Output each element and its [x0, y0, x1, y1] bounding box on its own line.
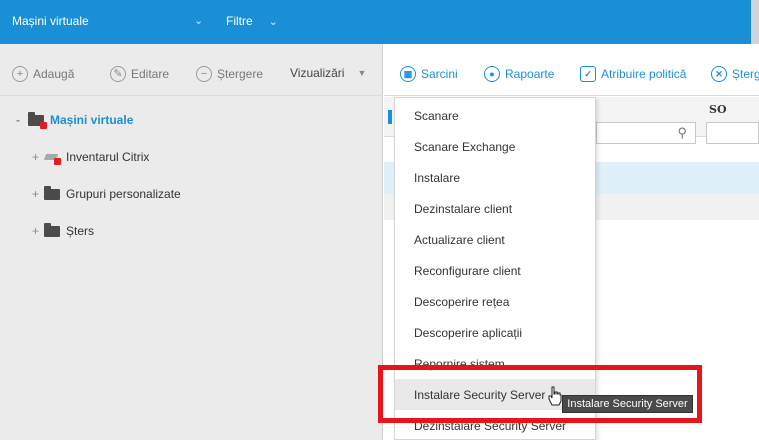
tree-item-label: Șters	[66, 224, 95, 238]
menu-item-network-discovery[interactable]: Descoperire rețea	[395, 286, 595, 317]
left-panel: + Adaugă ✎ Editare − Ștergere Vizualizăr…	[0, 44, 383, 440]
views-dropdown[interactable]: Vizualizări ▼	[290, 66, 366, 80]
edit-label: Editare	[131, 67, 170, 81]
reports-button[interactable]: ● Rapoarte	[484, 66, 554, 82]
menu-item-update-client[interactable]: Actualizare client	[395, 224, 595, 255]
name-filter-input[interactable]: ⚲	[596, 122, 696, 144]
add-label: Adaugă	[33, 67, 75, 81]
expand-icon[interactable]: +	[32, 150, 44, 164]
menu-item-reconfigure-client[interactable]: Reconfigurare client	[395, 255, 595, 286]
virtual-machines-label: Mașini virtuale	[12, 14, 89, 28]
menu-item-scan[interactable]: Scanare	[395, 100, 595, 131]
folder-icon	[44, 185, 60, 200]
row-marker	[388, 110, 392, 124]
delete-right-button[interactable]: ✕ Șterg	[711, 66, 759, 82]
tooltip: Instalare Security Server	[562, 395, 693, 413]
tree-item-label: Grupuri personalizate	[66, 187, 181, 201]
views-label: Vizualizări	[290, 66, 345, 80]
plus-icon: +	[12, 66, 28, 82]
menu-item-install[interactable]: Instalare	[395, 162, 595, 193]
expand-icon[interactable]: +	[32, 224, 44, 238]
tasks-button[interactable]: ▦ Sarcini	[400, 66, 458, 82]
chevron-down-icon[interactable]: ⌄	[194, 14, 203, 27]
menu-item-uninstall-client[interactable]: Dezinstalare client	[395, 193, 595, 224]
reports-label: Rapoarte	[505, 67, 555, 81]
filters-label: Filtre	[226, 14, 253, 28]
chevron-down-icon: ⌄	[268, 15, 278, 28]
tasks-icon: ▦	[400, 66, 416, 82]
minus-icon: −	[196, 66, 212, 82]
assign-policy-icon: ✓	[580, 66, 596, 82]
assign-policy-label: Atribuire politică	[601, 67, 687, 81]
close-icon: ✕	[711, 66, 727, 82]
expand-icon[interactable]: +	[32, 187, 44, 201]
tree-root-label: Mașini virtuale	[50, 113, 134, 127]
delete-button[interactable]: − Ștergere	[196, 66, 263, 82]
reports-icon: ●	[484, 66, 500, 82]
tree-item-citrix-inventory[interactable]: + Inventarul Citrix	[32, 150, 150, 165]
left-toolbar: + Adaugă ✎ Editare − Ștergere Vizualizăr…	[0, 44, 383, 96]
highlight-box	[378, 365, 702, 423]
delete-right-label: Șterg	[732, 67, 759, 81]
tree-item-custom-groups[interactable]: + Grupuri personalizate	[32, 185, 181, 201]
right-toolbar: ▦ Sarcini ● Rapoarte ✓ Atribuire politic…	[384, 44, 759, 96]
column-header-os[interactable]: SO	[709, 103, 727, 116]
citrix-icon	[43, 151, 61, 165]
tree-item-label: Inventarul Citrix	[66, 150, 150, 164]
tree-root-virtual-machines[interactable]: - Mașini virtuale	[16, 111, 134, 129]
top-bar: Mașini virtuale ⌄ Filtre ⌄	[0, 0, 759, 44]
search-icon: ⚲	[677, 125, 687, 140]
tree-item-deleted[interactable]: + Șters	[32, 222, 95, 238]
menu-item-scan-exchange[interactable]: Scanare Exchange	[395, 131, 595, 162]
menu-item-application-discovery[interactable]: Descoperire aplicații	[395, 317, 595, 348]
virtual-machines-dropdown[interactable]: Mașini virtuale	[12, 14, 89, 28]
pencil-icon: ✎	[110, 66, 126, 82]
filters-dropdown[interactable]: Filtre ⌄	[226, 14, 278, 28]
add-button[interactable]: + Adaugă	[12, 66, 74, 82]
assign-policy-button[interactable]: ✓ Atribuire politică	[580, 66, 686, 82]
delete-label: Ștergere	[217, 67, 264, 81]
edit-button[interactable]: ✎ Editare	[110, 66, 169, 82]
hand-cursor-icon	[548, 386, 562, 406]
caret-down-icon: ▼	[357, 68, 367, 78]
os-filter-input[interactable]	[706, 122, 759, 144]
collapse-icon[interactable]: -	[16, 113, 28, 127]
folder-icon	[44, 222, 60, 237]
tasks-label: Sarcini	[421, 67, 458, 81]
folder-icon	[28, 111, 47, 129]
